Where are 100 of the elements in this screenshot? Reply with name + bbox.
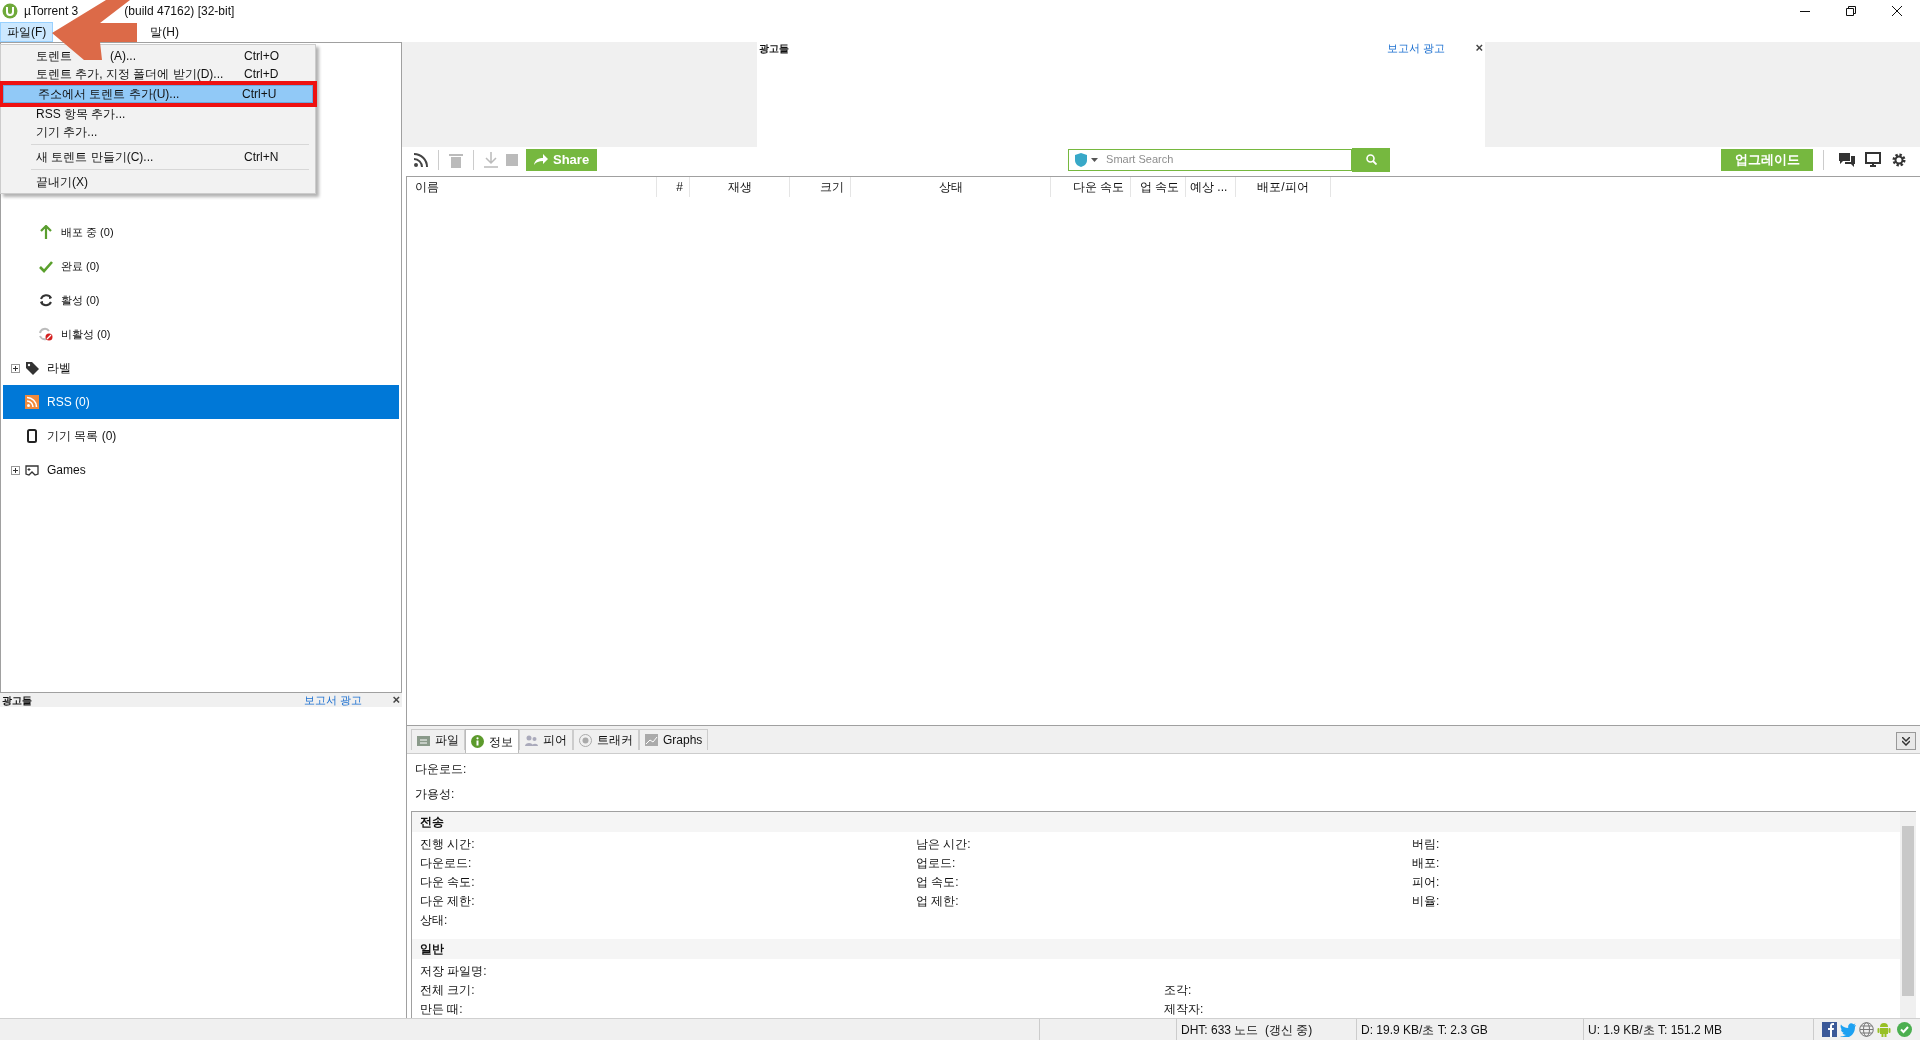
column-header[interactable]: 예상 ... [1186, 177, 1236, 197]
menu-item[interactable]: 토렌트 (A)... Ctrl+O [1, 47, 315, 65]
restore-icon [1846, 6, 1856, 16]
field-label: 다운 제한: [420, 892, 476, 910]
sidebar-item[interactable]: 비활성 (0) [59, 325, 113, 343]
sidebar-item[interactable]: 활성 (0) [59, 291, 102, 309]
collapse-button[interactable] [1896, 732, 1916, 750]
field-label: 전체 크기: [420, 981, 476, 999]
tab[interactable]: 피어 [519, 729, 573, 750]
rss-icon [25, 395, 39, 409]
info-icon [471, 735, 484, 748]
menu-item-label: 끝내기(X) [36, 174, 88, 191]
field-label: 다운 속도: [420, 873, 476, 891]
column-header[interactable]: 재생 [690, 177, 790, 197]
report-ad-link[interactable]: 보고서 광고 [304, 691, 363, 709]
inactive-icon [39, 327, 53, 341]
graph-icon [645, 733, 658, 747]
chat-icon [1839, 152, 1855, 167]
column-header[interactable]: 다운 속도 [1051, 177, 1131, 197]
section-header: 일반 [412, 939, 1900, 959]
status-text: D: 19.9 KB/초 T: 2.3 GB [1357, 1019, 1584, 1040]
shortcut-label: Ctrl+O [244, 48, 280, 65]
caret-icon [1091, 157, 1099, 162]
menu-item[interactable]: RSS 항목 추가... [1, 105, 315, 123]
field-label: 버림: [1412, 835, 1441, 853]
trash-icon [449, 151, 463, 168]
column-header[interactable]: 상태 [851, 177, 1051, 197]
menu-item[interactable]: 새 토렌트 만들기(C)... Ctrl+N [1, 148, 315, 166]
report-ad-link[interactable]: 보고서 광고 [1387, 39, 1446, 57]
field-label: 만든 때: [420, 1000, 464, 1018]
share-arrow-icon [534, 154, 548, 165]
shortcut-label: Ctrl+U [242, 86, 278, 103]
gamepad-icon [25, 463, 39, 477]
rss-icon [414, 152, 428, 167]
column-header[interactable]: 배포/피어 [1236, 177, 1331, 197]
tab[interactable]: Graphs [639, 729, 709, 750]
monitor-icon [1865, 152, 1881, 167]
menu-item[interactable]: 파일(F) [0, 22, 54, 42]
sidebar-item[interactable]: Games [45, 461, 88, 479]
globe-icon[interactable] [1859, 1022, 1874, 1037]
column-header[interactable]: # [657, 177, 690, 197]
field-label: 조각: [1164, 981, 1193, 999]
column-header[interactable]: 크기 [790, 177, 851, 197]
ad-close-button[interactable]: × [392, 690, 400, 710]
field-label: 진행 시간: [420, 835, 476, 853]
scrollbar[interactable] [1900, 812, 1916, 1018]
column-header[interactable]: 업 속도 [1131, 177, 1186, 197]
menu-item[interactable]: 주소에서 토렌트 추가(U)... Ctrl+U [3, 85, 313, 103]
status-ok-icon[interactable] [1897, 1022, 1912, 1037]
sidebar-item[interactable]: 완료 (0) [59, 257, 102, 275]
field-label: 업 속도: [916, 873, 960, 891]
field-label: 다운로드: [415, 761, 468, 778]
field-label: 업로드: [916, 854, 957, 872]
expand-icon[interactable] [10, 363, 20, 373]
menu-item-label: 주소에서 토렌트 추가(U)... [38, 86, 180, 103]
field-label: 제작자: [1164, 1000, 1205, 1018]
search-field[interactable]: Smart Search [1106, 151, 1346, 168]
menu-item-label: (A)... [110, 48, 136, 65]
checkmark-icon [39, 259, 53, 273]
section-header: 전송 [412, 812, 1900, 832]
ad-label: 광고들 [759, 41, 789, 56]
minimize-icon [1800, 10, 1810, 12]
menu-item[interactable]: 토렌트 추가, 지정 폴더에 받기(D)... Ctrl+D [1, 65, 315, 83]
column-header[interactable]: 이름 [407, 177, 657, 197]
menu-item-label: RSS 항목 추가... [36, 106, 126, 123]
menu-item[interactable]: 기기 추가... [1, 123, 315, 141]
ad-label: 광고들 [2, 693, 32, 708]
search-bar[interactable]: Smart Search [1068, 148, 1353, 171]
menu-item-label: 토렌트 [36, 48, 72, 65]
tab[interactable]: 트래커 [573, 729, 639, 750]
facebook-icon[interactable] [1822, 1022, 1837, 1037]
menu-item-label: 기기 추가... [36, 124, 98, 141]
up-arrow-icon [39, 225, 53, 239]
field-label: 가용성: [415, 786, 456, 803]
search-button[interactable] [1352, 147, 1391, 172]
menu-item[interactable]: 말(H) [143, 22, 186, 42]
window-title: (build 47162) [32-bit] [124, 3, 235, 20]
menu-item-label: 새 토렌트 만들기(C)... [36, 149, 154, 166]
window-title: µTorrent 3 [24, 3, 79, 20]
shield-icon [1075, 152, 1088, 167]
refresh-icon [39, 293, 53, 307]
shortcut-label: Ctrl+N [244, 149, 280, 166]
tab[interactable]: 정보 [465, 729, 519, 753]
expand-icon[interactable] [10, 465, 20, 475]
field-label: 업 제한: [916, 892, 960, 910]
status-text: U: 1.9 KB/초 T: 151.2 MB [1584, 1019, 1814, 1040]
field-label: 다운로드: [420, 854, 473, 872]
field-label: 남은 시간: [916, 835, 972, 853]
tab[interactable]: 파일 [411, 729, 465, 750]
field-label: 비율: [1412, 892, 1441, 910]
target-icon [579, 733, 592, 747]
folder-icon [417, 733, 430, 747]
sidebar-item[interactable]: 기기 목록 (0) [45, 427, 119, 445]
sidebar-item[interactable]: 배포 중 (0) [59, 223, 116, 241]
close-icon [1892, 6, 1902, 16]
tag-icon [25, 361, 39, 375]
menu-item[interactable]: 끝내기(X) [1, 173, 315, 191]
sidebar-item[interactable]: 라벨 [45, 359, 73, 377]
ad-close-button[interactable]: × [1475, 38, 1483, 58]
people-icon [525, 733, 538, 747]
